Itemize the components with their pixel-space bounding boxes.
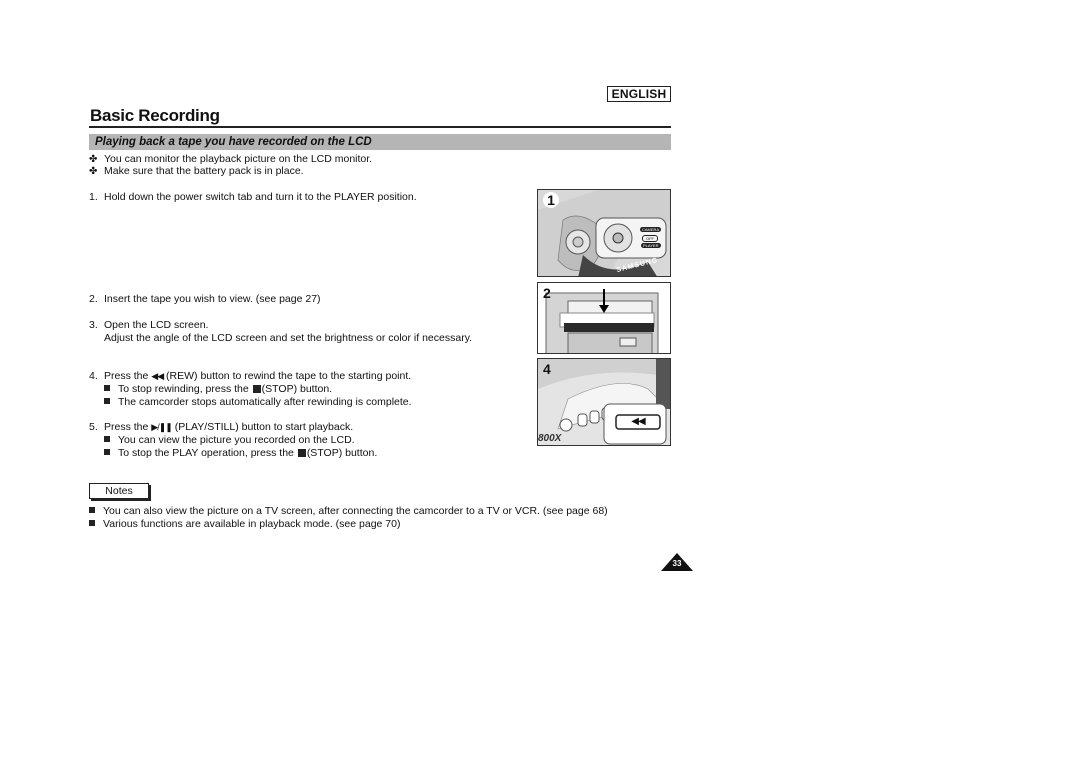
square-bullet-icon: [89, 507, 95, 513]
note-item: You can also view the picture on a TV sc…: [89, 505, 608, 517]
step-2: 2. Insert the tape you wish to view. (see…: [89, 293, 321, 305]
section-heading: Playing back a tape you have recorded on…: [89, 134, 671, 150]
step-5-sub: To stop the PLAY operation, press the (S…: [104, 447, 377, 459]
square-bullet-icon: [104, 398, 110, 404]
figure-4-rewind-button: 800X 4 ◀◀: [537, 358, 671, 446]
square-bullet-icon: [104, 436, 110, 442]
title-divider: [89, 126, 671, 128]
camcorder-buttons-illustration: 800X: [538, 359, 670, 445]
notes-label: Notes: [89, 483, 149, 499]
step-4-sub: To stop rewinding, press the (STOP) butt…: [104, 383, 332, 395]
note-item: Various functions are available in playb…: [89, 518, 400, 530]
step-4: 4. Press the ◀◀ (REW) button to rewind th…: [89, 370, 412, 382]
language-badge: ENGLISH: [607, 86, 671, 102]
step-5-sub: You can view the picture you recorded on…: [104, 434, 355, 446]
figure-number: 4: [543, 361, 551, 377]
figure-number: 1: [543, 192, 559, 208]
cross-bullet-icon: ✤: [89, 166, 98, 177]
rewind-icon: ◀◀: [151, 371, 164, 381]
page-number-text: 33: [672, 559, 682, 568]
stop-icon: [252, 385, 261, 393]
step-4-sub: The camcorder stops automatically after …: [104, 396, 412, 408]
square-bullet-icon: [89, 520, 95, 526]
dial-label-off: OFF: [642, 235, 658, 242]
stop-icon: [297, 449, 306, 457]
figure-number: 2: [543, 285, 551, 301]
dial-label-player: PLAYER: [641, 243, 661, 248]
tape-compartment-illustration: [538, 283, 670, 353]
page-number: 33: [661, 553, 693, 571]
page-title: Basic Recording: [90, 106, 220, 125]
intro-bullet: ✤ Make sure that the battery pack is in p…: [89, 165, 304, 177]
figure-2-insert-tape: 2: [537, 282, 671, 354]
step-3: 3. Open the LCD screen.: [89, 319, 209, 331]
square-bullet-icon: [104, 385, 110, 391]
step-3-detail: Adjust the angle of the LCD screen and s…: [104, 332, 473, 344]
step-5: 5. Press the ▶/❚❚ (PLAY/STILL) button to …: [89, 421, 354, 433]
figure-1-power-switch: 1 CAMERA OFF PLAYER SAMSUNG: [537, 189, 671, 277]
svg-text:800X: 800X: [538, 433, 563, 444]
play-pause-icon: ▶/❚❚: [151, 422, 172, 432]
square-bullet-icon: [104, 449, 110, 455]
dial-label-camera: CAMERA: [640, 227, 662, 232]
rewind-icon: ◀◀: [631, 416, 645, 427]
step-1: 1. Hold down the power switch tab and tur…: [89, 191, 417, 203]
